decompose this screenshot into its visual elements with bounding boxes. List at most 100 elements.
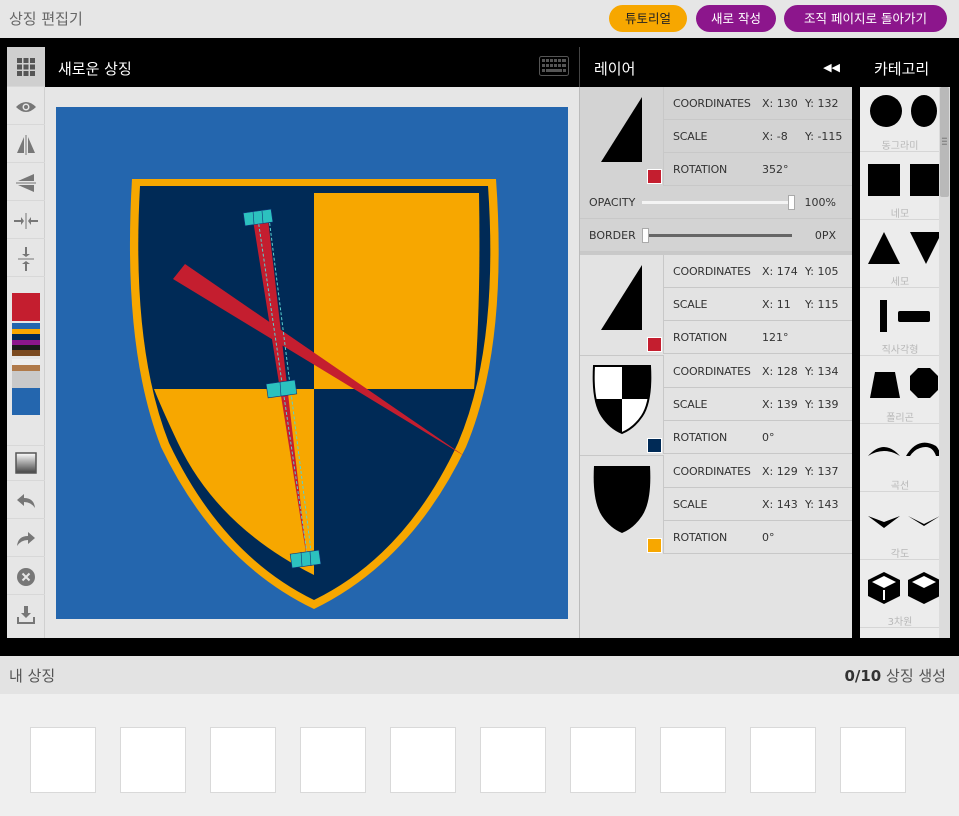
- ellipse-shape-icon: [911, 95, 937, 127]
- opacity-row: OPACITY 100%: [580, 186, 852, 219]
- color-swatch[interactable]: [12, 388, 40, 415]
- emblem-canvas[interactable]: [56, 107, 568, 619]
- layer-color-chip[interactable]: [647, 169, 662, 184]
- layer-item[interactable]: COORDINATES X: 129 Y: 137 SCALE X: 143 Y…: [580, 455, 852, 554]
- emblem-slot[interactable]: [570, 727, 636, 793]
- emblem-slot[interactable]: [300, 727, 366, 793]
- emblem-slot[interactable]: [480, 727, 546, 793]
- category-label: 곡선: [890, 481, 910, 492]
- color-swatch[interactable]: [12, 350, 40, 356]
- back-to-org-button[interactable]: 조직 페이지로 돌아가기: [784, 5, 947, 32]
- emblem-slot[interactable]: [120, 727, 186, 793]
- layer-thumbnail[interactable]: [580, 355, 664, 454]
- delete-button[interactable]: [7, 559, 45, 595]
- close-circle-icon: [17, 567, 35, 586]
- square-shape-icon: [868, 164, 900, 196]
- curve-shapes[interactable]: [860, 426, 940, 478]
- my-emblems-title: 내 상징: [9, 667, 56, 685]
- circle-shape-icon: [870, 95, 902, 127]
- emblem-slot[interactable]: [840, 727, 906, 793]
- category-label: 네모: [890, 209, 910, 220]
- emblem-slot[interactable]: [30, 727, 96, 793]
- center-horizontal-button[interactable]: [7, 203, 45, 239]
- category-divider: [860, 423, 940, 424]
- category-divider: [860, 287, 940, 288]
- emblem-count: 0/10 상징 생성: [844, 667, 946, 685]
- category-divider: [860, 559, 940, 560]
- 3d-shapes[interactable]: [860, 562, 940, 614]
- tutorial-button[interactable]: 튜토리얼: [609, 5, 687, 32]
- top-bar: 상징 편집기 튜토리얼 새로 작성 조직 페이지로 돌아가기: [0, 0, 959, 38]
- new-emblem-button[interactable]: 새로 작성: [696, 5, 776, 32]
- download-button[interactable]: [7, 597, 45, 633]
- layer-color-chip[interactable]: [647, 337, 662, 352]
- category-label: 폴리곤: [886, 413, 914, 424]
- visibility-button[interactable]: [7, 89, 45, 125]
- polygon-shapes[interactable]: [860, 358, 940, 410]
- rotation-row: ROTATION 352°: [664, 153, 852, 186]
- border-row: BORDER 0PX: [580, 219, 852, 252]
- layer-item[interactable]: COORDINATES X: 128 Y: 134 SCALE X: 139 Y…: [580, 355, 852, 454]
- flip-horizontal-button[interactable]: [7, 127, 45, 163]
- opacity-slider-handle[interactable]: [788, 195, 795, 210]
- circle-shapes[interactable]: [860, 87, 940, 139]
- keyboard-icon[interactable]: [539, 56, 569, 76]
- eye-icon: [16, 101, 36, 112]
- center-vertical-button[interactable]: [7, 241, 45, 277]
- border-slider-handle[interactable]: [642, 228, 649, 243]
- coordinates-row: COORDINATES X: 174 Y: 105: [664, 255, 852, 288]
- category-divider: [860, 491, 940, 492]
- layer-color-chip[interactable]: [647, 438, 662, 453]
- opacity-slider[interactable]: [642, 201, 792, 204]
- layer-item[interactable]: COORDINATES X: 174 Y: 105 SCALE X: 11 Y:…: [580, 255, 852, 354]
- category-label: 직사각형: [881, 345, 919, 356]
- gradient-button[interactable]: [7, 445, 45, 481]
- rotation-row: ROTATION 0°: [664, 421, 852, 454]
- layer-thumbnail[interactable]: [580, 87, 664, 186]
- color-swatch[interactable]: [12, 293, 40, 321]
- flip-vertical-icon: [16, 173, 36, 192]
- layer-color-chip[interactable]: [647, 538, 662, 553]
- chevron-filled-shape-icon: [868, 516, 900, 528]
- redo-icon: [17, 531, 35, 546]
- vertical-rectangle-shape-icon: [880, 300, 887, 332]
- border-slider[interactable]: [642, 234, 792, 237]
- category-divider: [860, 219, 940, 220]
- category-divider: [860, 627, 940, 628]
- grid-button[interactable]: [7, 47, 45, 87]
- redo-button[interactable]: [7, 521, 45, 557]
- category-label: 동그라미: [881, 141, 919, 152]
- color-swatch[interactable]: [12, 371, 40, 388]
- scale-row: SCALE X: -8 Y: -115: [664, 120, 852, 153]
- flip-vertical-button[interactable]: [7, 165, 45, 201]
- align-center-vertical-icon: [18, 246, 34, 271]
- color-palette: [12, 293, 40, 415]
- my-emblems-header: 내 상징 0/10 상징 생성: [0, 656, 959, 694]
- triangle-up-shape-icon: [868, 232, 900, 264]
- angle-shapes[interactable]: [860, 494, 940, 546]
- emblem-slot[interactable]: [210, 727, 276, 793]
- emblem-slot[interactable]: [660, 727, 726, 793]
- collapse-icon[interactable]: ◀◀: [823, 61, 840, 74]
- emblem-slot[interactable]: [390, 727, 456, 793]
- square-shapes[interactable]: [860, 154, 940, 206]
- layer-thumbnail[interactable]: [580, 455, 664, 554]
- scale-row: SCALE X: 139 Y: 139: [664, 388, 852, 421]
- layer-item[interactable]: COORDINATES X: 130 Y: 132 SCALE X: -8 Y:…: [580, 87, 852, 252]
- left-toolbar: [7, 47, 45, 638]
- app-title: 상징 편집기: [9, 10, 83, 28]
- emblem-slot[interactable]: [750, 727, 816, 793]
- undo-button[interactable]: [7, 483, 45, 519]
- emblem-name[interactable]: 새로운 상징: [58, 58, 132, 79]
- scrollbar-thumb[interactable]: ━ ━ ━: [940, 87, 949, 197]
- triangle-shapes[interactable]: [860, 222, 940, 274]
- categories-scrollbar[interactable]: ━ ━ ━: [939, 87, 950, 638]
- rotation-row: ROTATION 0°: [664, 521, 852, 554]
- layer-thumbnail[interactable]: [580, 255, 664, 354]
- gradient-icon: [15, 452, 37, 474]
- rectangle-shapes[interactable]: [860, 290, 940, 342]
- category-divider: [860, 151, 940, 152]
- rotation-row: ROTATION 121°: [664, 321, 852, 354]
- flip-horizontal-icon: [17, 134, 35, 155]
- octagon-shape-icon: [910, 368, 938, 398]
